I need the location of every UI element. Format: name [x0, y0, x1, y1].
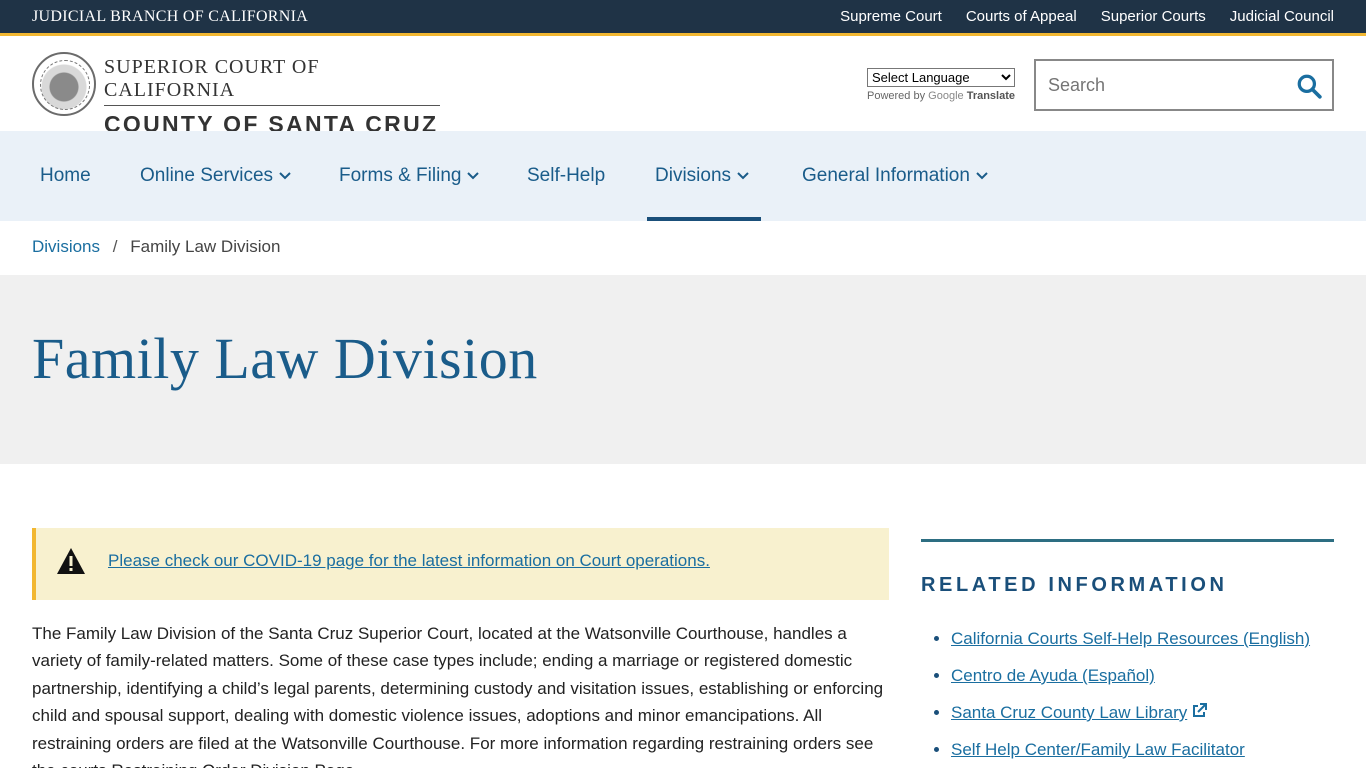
link-supreme-court[interactable]: Supreme Court — [840, 8, 942, 25]
link-superior-courts[interactable]: Superior Courts — [1101, 8, 1206, 25]
related-links-list: California Courts Self-Help Resources (E… — [921, 629, 1334, 760]
nav-online-services-label: Online Services — [140, 165, 274, 186]
nav-forms-filing[interactable]: Forms & Filing — [339, 131, 480, 221]
list-item: California Courts Self-Help Resources (E… — [951, 629, 1334, 649]
nav-self-help[interactable]: Self-Help — [527, 131, 605, 221]
google-wordmark: Google — [928, 90, 964, 102]
search-icon[interactable] — [1296, 73, 1322, 99]
nav-forms-filing-label: Forms & Filing — [339, 165, 462, 186]
translate-link[interactable]: Translate — [967, 90, 1015, 102]
nav-divisions[interactable]: Divisions — [646, 131, 762, 221]
language-select[interactable]: Select Language — [867, 68, 1015, 87]
list-item: Self Help Center/Family Law Facilitator — [951, 740, 1334, 760]
chevron-down-icon — [976, 172, 988, 180]
site-logo-text[interactable]: SUPERIOR COURT OF CALIFORNIA COUNTY OF S… — [104, 56, 440, 138]
link-courts-of-appeal[interactable]: Courts of Appeal — [966, 8, 1077, 25]
covid-info-link[interactable]: Please check our COVID-19 page for the l… — [108, 551, 710, 571]
site-header: SUPERIOR COURT OF CALIFORNIA COUNTY OF S… — [0, 39, 1366, 137]
nav-divisions-label: Divisions — [655, 165, 732, 186]
related-information-heading: RELATED INFORMATION — [921, 574, 1228, 596]
page-title: Family Law Division — [32, 326, 538, 391]
breadcrumb-divisions[interactable]: Divisions — [32, 237, 100, 256]
nav-home[interactable]: Home — [40, 131, 91, 221]
page-hero: Family Law Division — [0, 275, 1366, 464]
powered-by-google: Powered by Google Translate — [867, 90, 1015, 102]
top-utility-bar: JUDICIAL BRANCH OF CALIFORNIA Supreme Co… — [0, 0, 1366, 36]
link-law-library[interactable]: Santa Cruz County Law Library — [951, 703, 1187, 722]
nav-general-information[interactable]: General Information — [802, 131, 988, 221]
list-item: Centro de Ayuda (Español) — [951, 666, 1334, 686]
breadcrumb: Divisions / Family Law Division — [32, 237, 280, 257]
top-links: Supreme Court Courts of Appeal Superior … — [840, 8, 1334, 25]
logo-line-court: SUPERIOR COURT OF CALIFORNIA — [104, 56, 440, 106]
nav-self-help-label: Self-Help — [527, 165, 606, 186]
covid-alert: Please check our COVID-19 page for the l… — [32, 528, 889, 600]
nav-home-label: Home — [40, 165, 91, 186]
list-item: Santa Cruz County Law Library — [951, 703, 1334, 723]
main-navigation: Home Online Services Forms & Filing Self… — [0, 131, 1366, 221]
court-seal-logo[interactable] — [32, 52, 96, 116]
chevron-down-icon — [467, 172, 480, 180]
nav-general-information-label: General Information — [802, 165, 970, 186]
judicial-branch-brand[interactable]: JUDICIAL BRANCH OF CALIFORNIA — [32, 8, 308, 26]
breadcrumb-separator: / — [112, 237, 118, 256]
breadcrumb-current: Family Law Division — [130, 237, 281, 256]
link-self-help-center[interactable]: Self Help Center/Family Law Facilitator — [951, 740, 1245, 759]
chevron-down-icon — [737, 172, 749, 180]
nav-online-services[interactable]: Online Services — [140, 131, 291, 221]
powered-by-label: Powered by — [867, 90, 926, 102]
google-translate-widget: Select Language Powered by Google Transl… — [867, 68, 1015, 102]
link-self-help-english[interactable]: California Courts Self-Help Resources (E… — [951, 629, 1310, 648]
division-description: The Family Law Division of the Santa Cru… — [32, 624, 884, 768]
search-input[interactable] — [1036, 63, 1286, 107]
search-box — [1034, 59, 1334, 111]
link-judicial-council[interactable]: Judicial Council — [1230, 8, 1334, 25]
warning-icon — [57, 548, 85, 574]
chevron-down-icon — [279, 172, 291, 180]
related-information-sidebar: RELATED INFORMATION California Courts Se… — [921, 539, 1334, 768]
link-centro-de-ayuda[interactable]: Centro de Ayuda (Español) — [951, 666, 1155, 685]
external-link-icon — [1193, 703, 1208, 717]
